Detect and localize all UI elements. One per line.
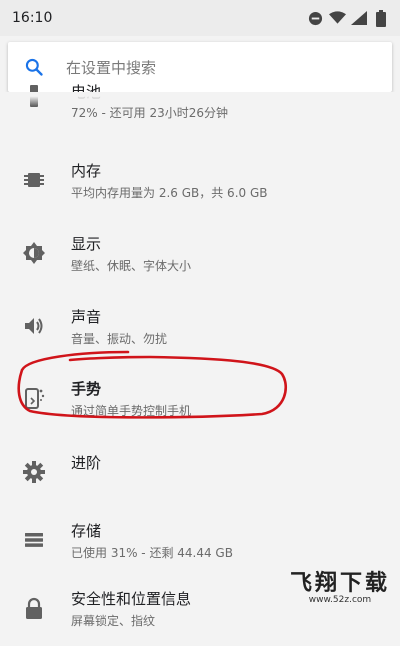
wifi-icon — [328, 9, 346, 27]
status-time: 16:10 — [12, 10, 53, 26]
settings-item-subtitle: 壁纸、休眠、字体大小 — [71, 259, 192, 273]
search-bar[interactable]: 在设置中搜索 — [8, 42, 392, 92]
memory-icon — [22, 168, 46, 192]
search-icon — [24, 57, 44, 77]
settings-item-display[interactable]: 显示 壁纸、休眠、字体大小 — [0, 221, 400, 291]
settings-item-sound[interactable]: 声音 音量、振动、勿扰 — [0, 294, 400, 364]
gesture-phone-icon — [22, 386, 46, 410]
scroll-fade — [0, 92, 400, 106]
settings-item-subtitle: 72% - 还可用 23小时26分钟 — [71, 106, 228, 120]
settings-item-subtitle: 通过简单手势控制手机 — [71, 404, 192, 418]
settings-item-title: 进阶 — [71, 454, 102, 472]
volume-icon — [22, 314, 46, 338]
settings-item-subtitle: 音量、振动、勿扰 — [71, 332, 168, 346]
display-brightness-icon — [22, 241, 46, 265]
battery-status-icon — [372, 9, 390, 27]
settings-item-subtitle: 平均内存用量为 2.6 GB，共 6.0 GB — [71, 186, 268, 200]
cellular-signal-icon — [350, 9, 368, 27]
settings-item-advanced[interactable]: 进阶 — [0, 440, 400, 510]
lock-icon — [22, 596, 46, 620]
status-icons — [306, 9, 390, 27]
settings-item-memory[interactable]: 内存 平均内存用量为 2.6 GB，共 6.0 GB — [0, 148, 400, 218]
settings-item-title: 存储 — [71, 522, 102, 540]
settings-item-subtitle: 已使用 31% - 还剩 44.44 GB — [71, 546, 233, 560]
search-placeholder: 在设置中搜索 — [66, 58, 157, 77]
status-bar: 16:10 — [0, 0, 400, 36]
settings-item-gestures[interactable]: 手势 通过简单手势控制手机 — [0, 366, 400, 436]
gear-icon — [22, 460, 46, 484]
settings-item-title: 内存 — [71, 162, 102, 180]
storage-icon — [22, 528, 46, 552]
settings-item-title: 显示 — [71, 235, 102, 253]
settings-item-subtitle: 屏幕锁定、指纹 — [71, 614, 156, 628]
watermark: 飞翔下载 www.52z.com — [290, 565, 390, 605]
watermark-brand: 飞翔下载 — [289, 571, 390, 596]
settings-item-title: 声音 — [71, 308, 102, 326]
do-not-disturb-icon — [306, 9, 324, 27]
settings-item-title: 手势 — [71, 380, 102, 398]
settings-item-title: 安全性和位置信息 — [71, 590, 192, 608]
